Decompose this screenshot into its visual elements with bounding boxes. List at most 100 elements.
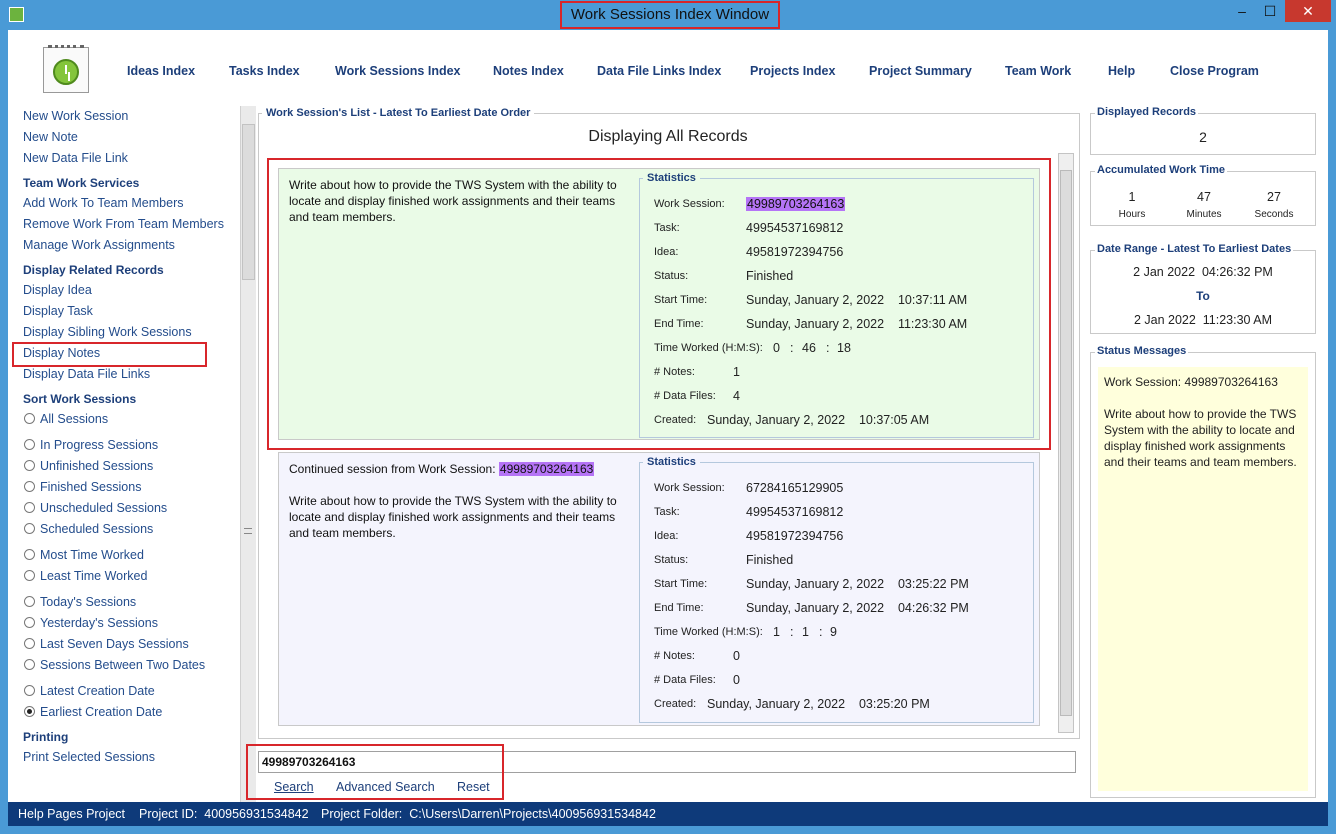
session-list-legend: Work Session's List - Latest To Earliest…: [262, 107, 535, 119]
radio-scheduled[interactable]: [24, 523, 35, 534]
sidebar-scrollbar[interactable]: [240, 106, 256, 802]
add-work-link[interactable]: Add Work To Team Members: [23, 196, 183, 210]
displayed-records-box: Displayed Records 2: [1090, 106, 1316, 155]
menu-close-program[interactable]: Close Program: [1170, 64, 1259, 78]
radio-latest-creation[interactable]: [24, 685, 35, 696]
accum-minutes-value: 47: [1197, 190, 1211, 204]
accum-minutes: 47 Minutes: [1169, 190, 1239, 220]
status-value: Finished: [746, 553, 794, 567]
radio-label-unscheduled[interactable]: Unscheduled Sessions: [40, 501, 167, 515]
notes-count-label: # Notes:: [654, 650, 695, 662]
menu-notes-index[interactable]: Notes Index: [493, 64, 564, 78]
splitter-grip[interactable]: [244, 528, 252, 534]
radio-label-yesterdays[interactable]: Yesterday's Sessions: [40, 616, 158, 630]
idea-label: Idea:: [654, 530, 679, 542]
displayed-records-label: Displayed Records: [1095, 106, 1199, 118]
status-messages-box: Status Messages Work Session: 4998970326…: [1090, 345, 1316, 798]
continued-from-line: Continued session from Work Session: 499…: [289, 461, 629, 477]
radio-most-time[interactable]: [24, 549, 35, 560]
radio-all-sessions[interactable]: [24, 413, 35, 424]
maximize-button[interactable]: ☐: [1256, 0, 1284, 22]
radio-last-seven-days[interactable]: [24, 638, 35, 649]
remove-work-link[interactable]: Remove Work From Team Members: [23, 217, 224, 231]
accum-seconds-value: 27: [1267, 190, 1281, 204]
radio-yesterdays[interactable]: [24, 617, 35, 628]
data-files-label: # Data Files:: [654, 674, 716, 686]
radio-label-todays[interactable]: Today's Sessions: [40, 595, 136, 609]
radio-label-scheduled[interactable]: Scheduled Sessions: [40, 522, 153, 536]
app-icon: [9, 7, 24, 22]
date-range-to-label: To: [1196, 289, 1210, 303]
session-list-scrollbar[interactable]: [1058, 153, 1074, 733]
radio-label-most-time[interactable]: Most Time Worked: [40, 548, 144, 562]
radio-label-all-sessions[interactable]: All Sessions: [40, 412, 108, 426]
radio-label-earliest-creation[interactable]: Earliest Creation Date: [40, 705, 162, 719]
new-data-file-link-link[interactable]: New Data File Link: [23, 151, 128, 165]
time-worked-seconds: 9: [830, 625, 837, 639]
radio-label-latest-creation[interactable]: Latest Creation Date: [40, 684, 155, 698]
task-label: Task:: [654, 506, 680, 518]
radio-earliest-creation[interactable]: [24, 706, 35, 717]
date-range-label: Date Range - Latest To Earliest Dates: [1095, 243, 1294, 255]
display-notes-link[interactable]: Display Notes: [23, 346, 100, 360]
radio-label-between-dates[interactable]: Sessions Between Two Dates: [40, 658, 205, 672]
radio-least-time[interactable]: [24, 570, 35, 581]
menu-team-work[interactable]: Team Work: [1005, 64, 1071, 78]
session-list-scroll-thumb[interactable]: [1060, 170, 1072, 716]
statistics-legend: Statistics: [643, 456, 700, 468]
radio-unscheduled[interactable]: [24, 502, 35, 513]
menu-project-summary[interactable]: Project Summary: [869, 64, 972, 78]
printing-heading: Printing: [23, 730, 69, 744]
menu-help[interactable]: Help: [1108, 64, 1135, 78]
end-time-value: Sunday, January 2, 2022 04:26:32 PM: [746, 601, 969, 615]
radio-label-in-progress[interactable]: In Progress Sessions: [40, 438, 158, 452]
calendar-clock-icon: [43, 45, 89, 93]
session-card[interactable]: Continued session from Work Session: 499…: [278, 452, 1040, 726]
menu-tasks-index[interactable]: Tasks Index: [229, 64, 300, 78]
idea-id: 49581972394756: [746, 529, 844, 543]
minimize-button[interactable]: –: [1228, 0, 1256, 22]
title-bar: Work Sessions Index Window – ☐ ✕: [0, 0, 1336, 30]
new-work-session-link[interactable]: New Work Session: [23, 109, 128, 123]
status-message-session: Work Session: 49989703264163: [1104, 375, 1278, 389]
status-message-description: Write about how to provide the TWS Syste…: [1104, 407, 1297, 469]
manage-assignments-link[interactable]: Manage Work Assignments: [23, 238, 175, 252]
created-value: Sunday, January 2, 2022 03:25:20 PM: [707, 697, 930, 711]
team-work-services-heading: Team Work Services: [23, 176, 140, 190]
print-selected-link[interactable]: Print Selected Sessions: [23, 750, 155, 764]
display-data-links-link[interactable]: Display Data File Links: [23, 367, 150, 381]
menu-data-file-links-index[interactable]: Data File Links Index: [597, 64, 721, 78]
display-sibling-link[interactable]: Display Sibling Work Sessions: [23, 325, 192, 339]
menu-ideas-index[interactable]: Ideas Index: [127, 64, 195, 78]
work-session-label: Work Session:: [654, 482, 725, 494]
accum-seconds: 27 Seconds: [1239, 190, 1309, 220]
start-time-label: Start Time:: [654, 578, 708, 590]
radio-in-progress[interactable]: [24, 439, 35, 450]
radio-label-last-seven-days[interactable]: Last Seven Days Sessions: [40, 637, 189, 651]
status-messages-content: Work Session: 49989703264163 Write about…: [1098, 367, 1308, 791]
menu-work-sessions-index[interactable]: Work Sessions Index: [335, 64, 461, 78]
radio-between-dates[interactable]: [24, 659, 35, 670]
sidebar-scroll-thumb[interactable]: [242, 124, 255, 280]
radio-label-least-time[interactable]: Least Time Worked: [40, 569, 147, 583]
menu-bar: Ideas Index Tasks Index Work Sessions In…: [118, 64, 1278, 82]
radio-label-unfinished[interactable]: Unfinished Sessions: [40, 459, 153, 473]
date-range-from: 2 Jan 2022 04:26:32 PM: [1133, 265, 1273, 279]
statistics-box: Statistics Work Session: 67284165129905 …: [639, 456, 1034, 723]
radio-label-finished[interactable]: Finished Sessions: [40, 480, 141, 494]
menu-projects-index[interactable]: Projects Index: [750, 64, 835, 78]
first-session-callout: [267, 158, 1051, 450]
accum-hours-value: 1: [1128, 190, 1136, 204]
close-button[interactable]: ✕: [1285, 0, 1331, 22]
new-note-link[interactable]: New Note: [23, 130, 78, 144]
start-time-value: Sunday, January 2, 2022 03:25:22 PM: [746, 577, 969, 591]
display-idea-link[interactable]: Display Idea: [23, 283, 92, 297]
radio-unfinished[interactable]: [24, 460, 35, 471]
display-all-records: Displaying All Records: [588, 128, 748, 145]
statusbar-project-folder: Project Folder: C:\Users\Darren\Projects…: [321, 807, 656, 821]
status-label: Status:: [654, 554, 689, 566]
display-task-link[interactable]: Display Task: [23, 304, 93, 318]
radio-todays[interactable]: [24, 596, 35, 607]
accum-seconds-unit: Seconds: [1254, 209, 1294, 220]
radio-finished[interactable]: [24, 481, 35, 492]
